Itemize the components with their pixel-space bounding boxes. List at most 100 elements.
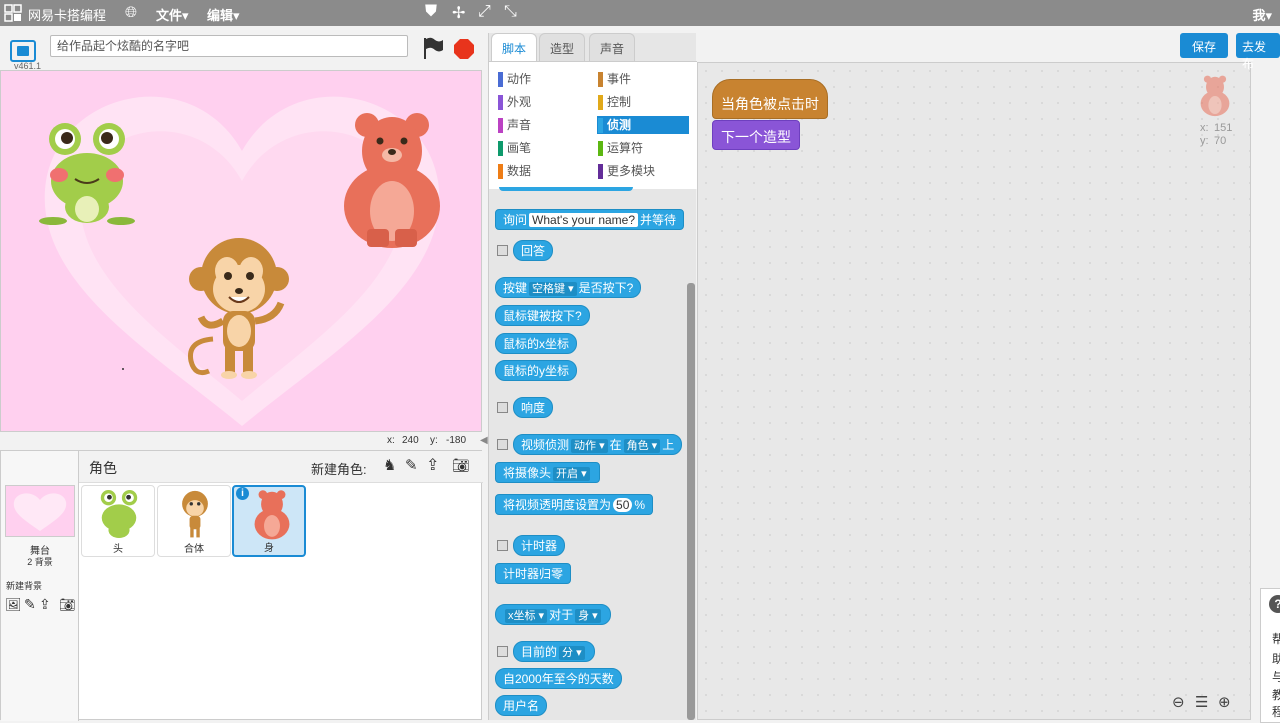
project-title-input[interactable] xyxy=(50,35,408,57)
sprite-header: 角色 新建角色: ♞ ✎ ⇪ 📷︎ xyxy=(79,451,483,483)
days-since-2000-block[interactable]: 自2000年至今的天数 xyxy=(495,668,622,689)
shrink-tool-icon[interactable]: ⤡ xyxy=(504,3,517,21)
mouse-down-block[interactable]: 鼠标键被按下? xyxy=(495,305,590,326)
stage-canvas[interactable] xyxy=(0,70,482,432)
attribute-dropdown-value: x坐标 xyxy=(508,610,536,622)
video-motion-block[interactable]: 视频侦测 动作 ▾ 在角色 ▾ 上 xyxy=(513,434,683,455)
help-char: 与 xyxy=(1272,670,1280,684)
turn-video-block[interactable]: 将摄像头 开启 ▾ xyxy=(495,462,600,483)
globe-icon[interactable]: 🌐︎ xyxy=(125,4,137,21)
category-control[interactable]: 控制 xyxy=(597,93,689,111)
ask-label: 询问 xyxy=(503,213,528,227)
bear-sprite[interactable] xyxy=(337,111,447,251)
tab-costumes[interactable]: 造型 xyxy=(539,33,586,61)
zoom-reset-icon[interactable]: ☰ xyxy=(1195,693,1208,711)
green-flag-icon[interactable] xyxy=(422,36,444,60)
file-menu[interactable]: 文件▾ xyxy=(156,5,189,24)
sprite-tile-body-selected[interactable]: i 身 xyxy=(232,485,306,557)
upload-sprite-icon[interactable]: ⇪ xyxy=(426,455,439,475)
category-more-blocks[interactable]: 更多模块 xyxy=(597,162,689,180)
sprite-tile-head[interactable]: 头 xyxy=(81,485,155,557)
category-pen[interactable]: 画笔 xyxy=(497,139,589,157)
bear-thumbnail-icon xyxy=(254,490,290,540)
help-panel[interactable]: ? 帮 助 与 教 程 xyxy=(1260,588,1280,723)
mouse-x-block[interactable]: 鼠标的x坐标 xyxy=(495,333,578,354)
of-target-dropdown[interactable]: 身 ▾ xyxy=(575,609,601,623)
category-events[interactable]: 事件 xyxy=(597,70,689,88)
stop-icon[interactable] xyxy=(453,38,475,60)
backdrop-library-icon[interactable]: 🖼︎ xyxy=(5,597,22,613)
category-sound[interactable]: 声音 xyxy=(497,116,589,134)
kada-logo-icon xyxy=(4,4,22,22)
delete-tool-icon[interactable]: ✢ xyxy=(452,3,465,23)
category-operators[interactable]: 运算符 xyxy=(597,139,689,157)
stage-thumbnail[interactable] xyxy=(5,485,75,537)
palette-scrollbar[interactable] xyxy=(687,283,695,720)
when-sprite-clicked-block[interactable]: 当角色被点击时 xyxy=(712,79,828,119)
camera-dropdown[interactable]: 开启 ▾ xyxy=(553,467,590,481)
script-area[interactable]: 当角色被点击时 下一个造型 x: 151 y: 70 ⊖ ☰ ⊕ xyxy=(697,62,1251,720)
help-icon[interactable]: ? xyxy=(1269,595,1280,613)
current-time-block[interactable]: 目前的分 ▾ xyxy=(513,641,595,662)
key-dropdown[interactable]: 空格键 ▾ xyxy=(529,282,577,296)
attribute-of-block[interactable]: x坐标 ▾ 对于身 ▾ xyxy=(495,604,611,625)
answer-block[interactable]: 回答 xyxy=(513,240,554,261)
category-looks[interactable]: 外观 xyxy=(497,93,589,111)
sprite-tile-combined[interactable]: 合体 xyxy=(157,485,231,557)
video-motion-dropdown[interactable]: 动作 ▾ xyxy=(571,439,608,453)
collapse-stage-icon[interactable]: ◀ xyxy=(480,435,488,446)
mouse-y-block[interactable]: 鼠标的y坐标 xyxy=(495,360,578,381)
paint-sprite-icon[interactable]: ✎ xyxy=(405,456,418,474)
next-costume-block[interactable]: 下一个造型 xyxy=(712,120,800,150)
mouse-y-value: -180 xyxy=(446,435,467,446)
video-motion-checkbox[interactable] xyxy=(497,439,508,450)
publish-button[interactable]: 去发布 xyxy=(1236,33,1280,71)
loudness-block[interactable]: 响度 xyxy=(513,397,554,418)
ask-input[interactable]: What's your name? xyxy=(529,213,639,227)
frog-sprite[interactable] xyxy=(39,121,135,225)
username-block[interactable]: 用户名 xyxy=(495,695,548,716)
ask-wait-label: 并等待 xyxy=(640,213,677,227)
monkey-sprite[interactable] xyxy=(183,231,295,381)
zoom-in-icon[interactable]: ⊕ xyxy=(1218,693,1231,711)
attribute-dropdown[interactable]: x坐标 ▾ xyxy=(505,609,548,623)
sprite-y-value: 70 xyxy=(1214,135,1227,147)
video-target-dropdown[interactable]: 角色 ▾ xyxy=(623,439,661,453)
loudness-checkbox[interactable] xyxy=(497,402,508,413)
stage-backdrop-count: 2 背景 xyxy=(27,557,53,567)
sprite-library-icon[interactable]: ♞ xyxy=(383,456,396,474)
fullscreen-icon[interactable] xyxy=(10,40,36,62)
key-pressed-block[interactable]: 按键 空格键 ▾ 是否按下? xyxy=(495,277,642,298)
upload-backdrop-icon[interactable]: ⇪ xyxy=(39,596,51,613)
current-checkbox[interactable] xyxy=(497,646,508,657)
duplicate-tool-icon[interactable]: ⛊ xyxy=(425,3,437,21)
timer-checkbox[interactable] xyxy=(497,540,508,551)
ask-and-wait-block[interactable]: 询问 What's your name? 并等待 xyxy=(495,209,685,230)
camera-backdrop-icon[interactable]: 📷︎ xyxy=(59,597,76,613)
save-button[interactable]: 保存 xyxy=(1180,33,1229,58)
category-data[interactable]: 数据 xyxy=(497,162,589,180)
sprite-y-label: y: xyxy=(1200,135,1209,147)
video-motion-dropdown-value: 动作 xyxy=(574,440,597,452)
zoom-out-icon[interactable]: ⊖ xyxy=(1172,693,1185,711)
timer-block[interactable]: 计时器 xyxy=(513,535,566,556)
mouse-x-label: x: xyxy=(387,435,395,446)
category-sensing[interactable]: 侦测 xyxy=(597,116,689,134)
video-transparency-block[interactable]: 将视频透明度设置为 50% xyxy=(495,494,654,515)
of-target-dropdown-value: 身 xyxy=(578,610,590,622)
video-transparency-input[interactable]: 50 xyxy=(613,498,633,512)
user-menu[interactable]: 我▾ xyxy=(1252,5,1272,24)
grow-tool-icon[interactable]: ⤢ xyxy=(478,3,491,21)
info-icon[interactable]: i xyxy=(236,487,249,500)
answer-checkbox[interactable] xyxy=(497,245,508,256)
edit-menu[interactable]: 编辑▾ xyxy=(207,5,240,24)
tab-sounds[interactable]: 声音 xyxy=(589,33,636,61)
current-dropdown[interactable]: 分 ▾ xyxy=(559,646,585,660)
category-motion[interactable]: 动作 xyxy=(497,70,589,88)
palette-blocks: 询问 What's your name? 并等待 回答 按键 空格键 ▾ 是否按下? 鼠… xyxy=(489,187,697,720)
paint-backdrop-icon[interactable]: ✎ xyxy=(24,596,36,613)
mouse-x-value: 240 xyxy=(402,435,419,446)
camera-sprite-icon[interactable]: 📷︎ xyxy=(452,457,470,474)
reset-timer-block[interactable]: 计时器归零 xyxy=(495,563,572,584)
tab-scripts[interactable]: 脚本 xyxy=(491,33,538,61)
